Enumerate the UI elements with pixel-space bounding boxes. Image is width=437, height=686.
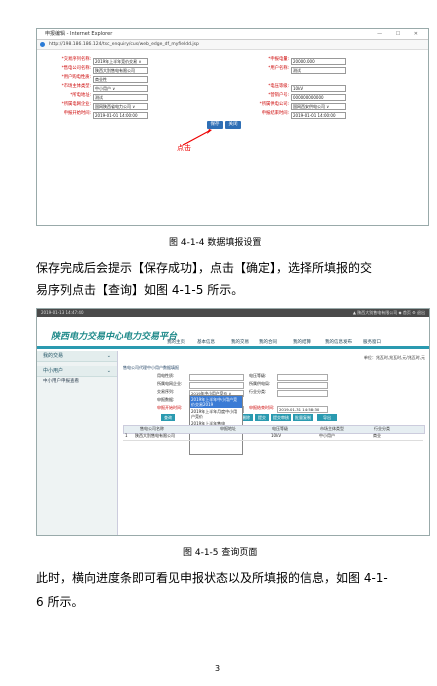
chevron-down-icon: ⌄ [106, 368, 111, 374]
field-label: *所电地址: [70, 93, 91, 98]
sidebar-header[interactable]: 我的交易 ⌄ [37, 351, 117, 362]
dropdown-option[interactable]: 2019年上半年月度中小用户竞价 [190, 408, 242, 420]
action-button[interactable]: 查询 [161, 414, 175, 421]
caption-figure-4-1-4: 图 4-1-4 数据填报设置 [169, 238, 262, 248]
panel-title: 售电公司代理中小用户数据填报 [123, 365, 179, 370]
action-button[interactable]: 提交 [255, 414, 269, 421]
table-cell: 1 [125, 433, 128, 438]
table-cell: 中小用户 [319, 433, 335, 438]
field-label: *电压等级: [268, 84, 289, 89]
field-label: *用户购电性质: [61, 75, 91, 80]
field-input[interactable]: 2019-01-01 14:00:00 [93, 111, 148, 119]
field-label: *申报电量: [268, 57, 289, 62]
field-label: *营销户号: [268, 93, 289, 98]
filter-label: 交易序列: [157, 389, 175, 394]
nav-item[interactable]: 我的合同 [259, 339, 277, 345]
filter-select[interactable] [189, 373, 244, 381]
field-input[interactable]: 2019年上半年竞价交易 ∨ [93, 57, 148, 65]
field-label: *售电公司名称: [61, 66, 91, 71]
sidebar: 我的交易 ⌄ 中小用户 ⌄ 中小用户申报查看 [37, 351, 118, 535]
field-input[interactable]: 商业性 [93, 75, 148, 83]
sidebar-item-declare-view[interactable]: 中小用户申报查看 [37, 377, 117, 386]
caption-figure-4-1-5: 图 4-1-5 查询页面 [183, 548, 258, 558]
portal-title: 陕西电力交易中心电力交易平台 [51, 332, 178, 342]
topbar-time: 2019-01-13 14:47:40 [41, 310, 84, 315]
nav-item[interactable]: 基本信息 [197, 339, 215, 345]
field-label: *所属电网企业: [61, 102, 91, 107]
filter-label: 申报开始时间: [157, 405, 183, 410]
table-header-cell: 售电公司名称 [140, 426, 164, 431]
chevron-down-icon: ⌄ [106, 353, 111, 359]
field-input[interactable]: 国网西安供电公司 ∨ [291, 102, 346, 110]
filter-label: 申报结束时间: [249, 405, 275, 410]
table-header-cell: 电压等级 [272, 426, 288, 431]
click-label: 点击 [177, 144, 191, 152]
window-title: 申报编辑 - Internet Explorer [45, 31, 113, 37]
paragraph-2-line-2: 6 所示。 [36, 595, 84, 609]
field-label: *交易序列名称: [61, 57, 91, 62]
nav-item[interactable]: 我的信息发布 [325, 339, 352, 345]
nav-item[interactable]: 我的结算 [293, 339, 311, 345]
field-label: *所属供电公司: [259, 102, 289, 107]
portal-topbar: 2019-01-13 14:47:40 ▲ 陕西大别售电有限公司 ◆ 首页 ⚙ … [37, 309, 429, 317]
close-button[interactable]: 关闭 [225, 121, 241, 129]
nav-item[interactable]: 服务窗口 [363, 339, 381, 345]
field-label: 申报结束时间: [261, 111, 289, 116]
filter-label: 申报数据: [157, 397, 175, 402]
topbar-right[interactable]: ▲ 陕西大别售电有限公司 ◆ 首页 ⚙ 退出 [353, 309, 425, 317]
field-input[interactable]: 10kV [291, 84, 346, 92]
filter-select[interactable] [189, 381, 244, 389]
field-input[interactable]: 陕西大别售电有限公司 [93, 66, 148, 74]
end-time-input[interactable]: 2019-01-31 14:58:30 [277, 405, 328, 413]
action-button[interactable]: 导出 [317, 414, 337, 421]
paragraph-1-line-2: 易序列点击【查询】如图 4-1-5 所示。 [36, 283, 244, 297]
field-label: *市场主体类型: [61, 84, 91, 89]
table-cell: 10kV [271, 433, 282, 438]
filter-label: 电压等级: [249, 373, 267, 378]
filter-select[interactable] [277, 389, 328, 397]
table-cell: 陕西大别售电有限公司 [135, 433, 175, 438]
ie-icon [40, 42, 45, 47]
dropdown-option[interactable]: 2019年上半年中小用户竞价交易2019 [190, 396, 242, 408]
field-input[interactable]: 000000000000 [291, 93, 346, 101]
field-input[interactable]: 国网陕西省电力公司 ∨ [93, 102, 148, 110]
sidebar-group[interactable]: 中小用户 ⌄ [37, 366, 117, 377]
table-header-cell: 行业分类 [374, 426, 390, 431]
nav-underline [37, 346, 429, 349]
field-input[interactable]: 测试 [93, 93, 148, 101]
field-label: 申报开始时间: [63, 111, 91, 116]
window-controls[interactable]: — ☐ ✕ [377, 29, 424, 39]
action-button[interactable]: 提交审核 [271, 414, 291, 421]
field-input[interactable]: 20000.000 [291, 57, 346, 65]
nav-item[interactable]: 我的交易 [231, 339, 249, 345]
action-button[interactable]: 批量复制 [293, 414, 313, 421]
nav-item[interactable]: 我的主页 [167, 339, 185, 345]
figure-1-screenshot: 申报编辑 - Internet Explorer — ☐ ✕ http://19… [36, 28, 429, 226]
page-number: 3 [215, 664, 221, 673]
address-text: http://198.186.186.124/tsc_enquiry/cus/w… [49, 42, 199, 47]
unit-line: 单位：兆瓦时,兆瓦时,元/兆瓦时,元 [363, 355, 425, 360]
filter-select[interactable] [277, 373, 328, 381]
table-header-cell: 市场主体类型 [320, 426, 344, 431]
table-row[interactable]: 1 陕西大别售电有限公司 10kV 中小用户 商业 [123, 433, 423, 441]
filter-label: 所属电网企业: [157, 381, 183, 386]
filter-label: 行业分类: [249, 389, 267, 394]
filter-label: 用电性质: [157, 373, 175, 378]
table-cell: 商业 [373, 433, 381, 438]
paragraph-1-line-1: 保存完成后会提示【保存成功】，点击【确定】，选择所填报的交 [36, 261, 373, 275]
window-titlebar: 申报编辑 - Internet Explorer — ☐ ✕ [37, 29, 428, 40]
filter-label: 所属供电局: [249, 381, 271, 386]
paragraph-2-line-1: 此时，横向进度条即可看见申报状态以及所填报的信息，如图 4-1- [36, 571, 388, 585]
field-input[interactable]: 测试 [291, 66, 346, 74]
field-input[interactable]: 中小用户 ∨ [93, 84, 148, 92]
filter-select[interactable] [277, 381, 328, 389]
table-header-cell: 申报地址 [220, 426, 236, 431]
field-input[interactable]: 2019-01-01 14:00:00 [291, 111, 346, 119]
field-label: *用户名称: [268, 66, 289, 71]
address-bar[interactable]: http://198.186.186.124/tsc_enquiry/cus/w… [37, 40, 428, 50]
figure-2-screenshot: 2019-01-13 14:47:40 ▲ 陕西大别售电有限公司 ◆ 首页 ⚙ … [36, 308, 430, 536]
